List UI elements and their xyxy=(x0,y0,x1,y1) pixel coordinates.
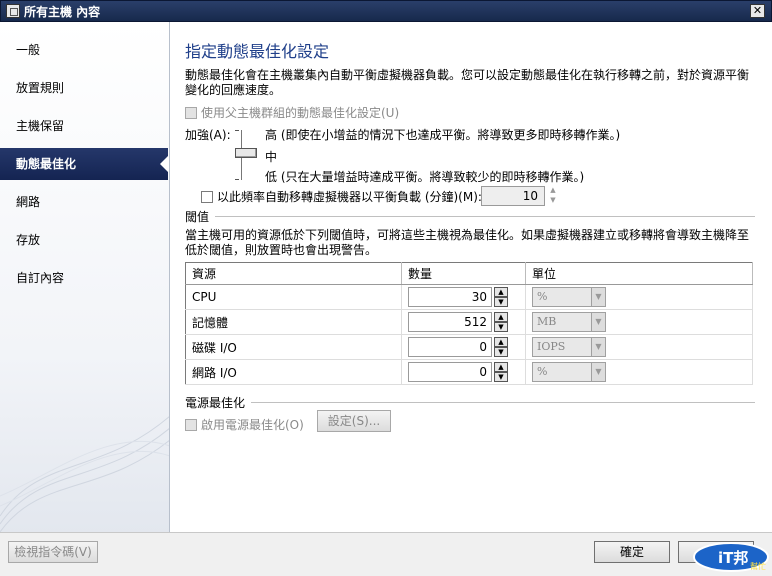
slider-thumb[interactable] xyxy=(235,148,257,158)
spin-down-icon[interactable]: ▼ xyxy=(494,372,508,382)
unit-dropdown: % ▼ xyxy=(532,287,606,307)
checkbox-icon xyxy=(185,418,197,431)
sidebar-item-general[interactable]: 一般 xyxy=(0,34,168,66)
close-button[interactable]: ✕ xyxy=(750,4,765,18)
logo-subtext: 幫忙 xyxy=(750,561,766,571)
sidebar-item-network[interactable]: 網路 xyxy=(0,186,168,218)
title-bar: 所有主機 內容 ✕ xyxy=(0,0,772,22)
view-script-button[interactable]: 檢視指令碼(V) xyxy=(8,541,98,563)
threshold-description: 當主機可用的資源低於下列閾值時，可將這些主機視為最佳化。如果虛擬機器建立或移轉將… xyxy=(185,228,750,257)
chevron-down-icon: ▼ xyxy=(591,313,605,331)
table-row: 網路 I/O 0 ▲ ▼ % ▼ xyxy=(185,359,753,385)
amount-spinner[interactable]: 0 ▲ ▼ xyxy=(408,337,508,357)
description-text: 動態最佳化會在主機叢集內自動平衡虛擬機器負載。您可以設定動態最佳化在執行移轉之前… xyxy=(185,68,750,97)
sidebar-item-placement-rules[interactable]: 放置規則 xyxy=(0,72,168,104)
chevron-down-icon: ▼ xyxy=(591,363,605,381)
spin-down-icon[interactable]: ▼ xyxy=(547,196,559,206)
unit-value: IOPS xyxy=(537,340,566,353)
table-row: 磁碟 I/O 0 ▲ ▼ IOPS ▼ xyxy=(185,334,753,360)
footer: 檢視指令碼(V) 確定 取消 iT邦 幫忙 xyxy=(0,532,772,576)
level-medium-label: 中 xyxy=(265,150,278,164)
amount-value[interactable]: 0 xyxy=(408,337,492,357)
spin-up-icon[interactable]: ▲ xyxy=(494,362,508,372)
unit-dropdown: IOPS ▼ xyxy=(532,337,606,357)
power-title: 電源最佳化 xyxy=(185,396,252,410)
frequency-spinner[interactable]: 10 ▲ ▼ xyxy=(481,186,559,206)
spin-down-icon[interactable]: ▼ xyxy=(494,322,508,332)
sidebar-item-storage[interactable]: 存放 xyxy=(0,224,168,256)
power-settings-button[interactable]: 設定(S)... xyxy=(317,410,391,432)
chevron-down-icon: ▼ xyxy=(591,338,605,356)
unit-dropdown: % ▼ xyxy=(532,362,606,382)
resource-cell: 記憶體 xyxy=(185,309,402,335)
column-header-amount[interactable]: 數量 xyxy=(401,262,526,285)
column-header-resource[interactable]: 資源 xyxy=(185,262,402,285)
amount-value[interactable]: 0 xyxy=(408,362,492,382)
threshold-section-header: 閾值 xyxy=(185,208,755,224)
spin-up-icon[interactable]: ▲ xyxy=(494,312,508,322)
table-header-row: 資源 數量 單位 xyxy=(185,262,753,285)
unit-value: % xyxy=(537,365,548,378)
amount-value[interactable]: 30 xyxy=(408,287,492,307)
aggressiveness-label: 加強(A): xyxy=(185,128,231,142)
page-title: 指定動態最佳化設定 xyxy=(185,42,330,61)
amount-value[interactable]: 512 xyxy=(408,312,492,332)
table-row: CPU 30 ▲ ▼ % ▼ xyxy=(185,284,753,310)
spin-down-icon[interactable]: ▼ xyxy=(494,297,508,307)
sidebar-item-host-reserves[interactable]: 主機保留 xyxy=(0,110,168,142)
amount-spinner[interactable]: 30 ▲ ▼ xyxy=(408,287,508,307)
sidebar-item-dynamic-optimization[interactable]: 動態最佳化 xyxy=(0,148,169,180)
level-low-label: 低 (只在大量增益時達成平衡。將導致較少的即時移轉作業。) xyxy=(265,170,585,184)
resource-cell: CPU xyxy=(185,284,402,310)
spin-up-icon[interactable]: ▲ xyxy=(494,287,508,297)
sidebar: 一般 放置規則 主機保留 動態最佳化 網路 存放 自訂內容 xyxy=(0,22,170,576)
divider xyxy=(185,216,755,217)
frequency-checkbox[interactable]: 以此頻率自動移轉虛擬機器以平衡負載 (分鐘)(M): xyxy=(201,188,482,205)
properties-icon xyxy=(6,4,20,18)
resource-cell: 磁碟 I/O xyxy=(185,334,402,360)
slider-tick xyxy=(235,179,239,180)
unit-value: % xyxy=(537,290,548,303)
checkbox-icon xyxy=(201,190,213,203)
spin-down-icon[interactable]: ▼ xyxy=(494,347,508,357)
threshold-title: 閾值 xyxy=(185,210,216,224)
unit-dropdown: MB ▼ xyxy=(532,312,606,332)
spin-up-icon[interactable]: ▲ xyxy=(547,186,559,196)
column-header-unit[interactable]: 單位 xyxy=(525,262,753,285)
resource-cell: 網路 I/O xyxy=(185,359,402,385)
spinner-arrows[interactable]: ▲ ▼ xyxy=(547,186,559,206)
enable-power-optimization-checkbox[interactable]: 啟用電源最佳化(O) xyxy=(185,416,304,433)
main-panel: 指定動態最佳化設定 動態最佳化會在主機叢集內自動平衡虛擬機器負載。您可以設定動態… xyxy=(171,22,771,532)
use-parent-settings-checkbox[interactable]: 使用父主機群組的動態最佳化設定(U) xyxy=(185,104,399,121)
chevron-down-icon: ▼ xyxy=(591,288,605,306)
frequency-value[interactable]: 10 xyxy=(481,186,545,206)
background-waves xyxy=(0,416,169,533)
level-high-label: 高 (即使在小增益的情況下也達成平衡。將導致更多即時移轉作業。) xyxy=(265,128,621,142)
use-parent-settings-label: 使用父主機群組的動態最佳化設定(U) xyxy=(201,106,400,120)
divider xyxy=(185,402,755,403)
amount-spinner[interactable]: 0 ▲ ▼ xyxy=(408,362,508,382)
threshold-table: 資源 數量 單位 CPU 30 ▲ ▼ % ▼ 記憶體 512 ▲ ▼ MB ▼ 磁碟 I/… xyxy=(185,262,753,385)
power-section-header: 電源最佳化 xyxy=(185,394,755,410)
sidebar-item-custom-properties[interactable]: 自訂內容 xyxy=(0,262,168,294)
amount-spinner[interactable]: 512 ▲ ▼ xyxy=(408,312,508,332)
window-title: 所有主機 內容 xyxy=(24,4,101,19)
unit-value: MB xyxy=(537,315,557,328)
enable-power-optimization-label: 啟用電源最佳化(O) xyxy=(201,418,304,432)
ok-button[interactable]: 確定 xyxy=(594,541,670,563)
table-row: 記憶體 512 ▲ ▼ MB ▼ xyxy=(185,309,753,335)
aggressiveness-slider[interactable] xyxy=(235,128,261,182)
ithome-logo-icon: iT邦 幫忙 xyxy=(693,542,769,572)
logo-text: iT邦 xyxy=(718,549,748,567)
checkbox-icon xyxy=(185,106,197,119)
slider-tick xyxy=(235,130,239,131)
frequency-label: 以此頻率自動移轉虛擬機器以平衡負載 (分鐘)(M): xyxy=(217,190,482,204)
spin-up-icon[interactable]: ▲ xyxy=(494,337,508,347)
